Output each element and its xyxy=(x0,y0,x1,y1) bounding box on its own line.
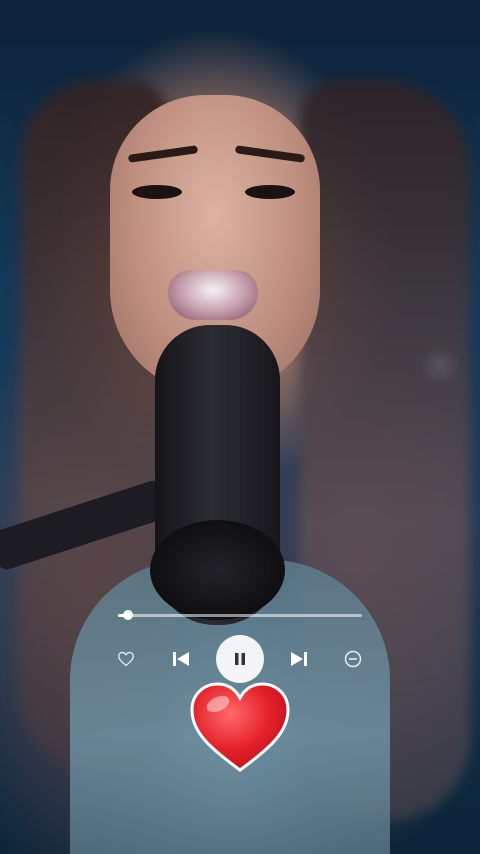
progress-scrubber[interactable] xyxy=(122,610,133,620)
singer-mouth xyxy=(168,270,258,320)
reaction-heart xyxy=(188,680,292,775)
pause-button[interactable] xyxy=(216,635,264,683)
progress-bar[interactable] xyxy=(118,610,362,620)
previous-button[interactable] xyxy=(166,644,196,674)
heart-outline-icon xyxy=(118,651,134,667)
next-button[interactable] xyxy=(284,644,314,674)
remove-button[interactable] xyxy=(338,644,368,674)
left-eyebrow xyxy=(127,145,199,163)
minus-circle-icon xyxy=(344,650,362,668)
red-heart-icon xyxy=(190,682,290,772)
right-eye xyxy=(245,185,295,199)
like-button[interactable] xyxy=(111,644,141,674)
skip-previous-icon xyxy=(173,652,189,666)
left-eye xyxy=(132,185,182,199)
pause-icon xyxy=(235,653,245,665)
skip-next-icon xyxy=(291,652,307,666)
right-eyebrow xyxy=(234,145,306,163)
microphone-base xyxy=(150,520,285,620)
